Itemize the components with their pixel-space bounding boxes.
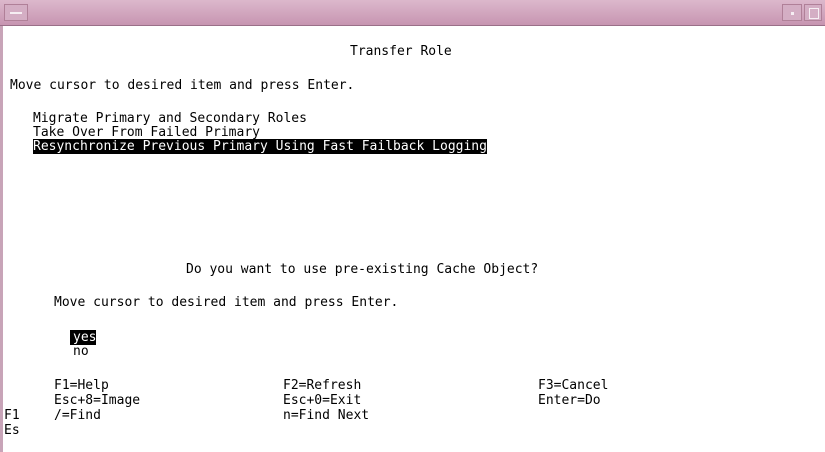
window-titlebar[interactable] (0, 0, 825, 26)
key-cancel[interactable]: F3=Cancel (538, 378, 608, 393)
key-help[interactable]: F1=Help (54, 378, 109, 393)
option-no[interactable]: no (73, 344, 89, 359)
option-yes[interactable]: yes (70, 330, 97, 345)
screen-instruction: Move cursor to desired item and press En… (10, 78, 355, 93)
maximize-icon[interactable] (804, 4, 822, 21)
key-find-next[interactable]: n=Find Next (283, 408, 369, 423)
key-image[interactable]: Esc+8=Image (54, 393, 140, 408)
dialog-instruction: Move cursor to desired item and press En… (54, 295, 399, 310)
key-refresh[interactable]: F2=Refresh (283, 378, 361, 393)
minimize-icon[interactable] (782, 4, 802, 21)
key-find[interactable]: /=Find (54, 408, 101, 423)
menu-item-takeover[interactable]: Take Over From Failed Primary (33, 125, 260, 140)
key-do[interactable]: Enter=Do (538, 393, 601, 408)
screen-title: Transfer Role (350, 44, 452, 59)
menu-item-resynchronize[interactable]: Resynchronize Previous Primary Using Fas… (33, 139, 487, 154)
window-menu-icon[interactable] (4, 4, 28, 21)
left-fragment-es: Es (4, 423, 20, 438)
menu-item-migrate[interactable]: Migrate Primary and Secondary Roles (33, 111, 307, 126)
dialog-question: Do you want to use pre-existing Cache Ob… (186, 262, 539, 277)
terminal-screen: Transfer Role Move cursor to desired ite… (3, 26, 825, 452)
key-exit[interactable]: Esc+0=Exit (283, 393, 361, 408)
left-fragment-f1: F1 (4, 408, 20, 423)
